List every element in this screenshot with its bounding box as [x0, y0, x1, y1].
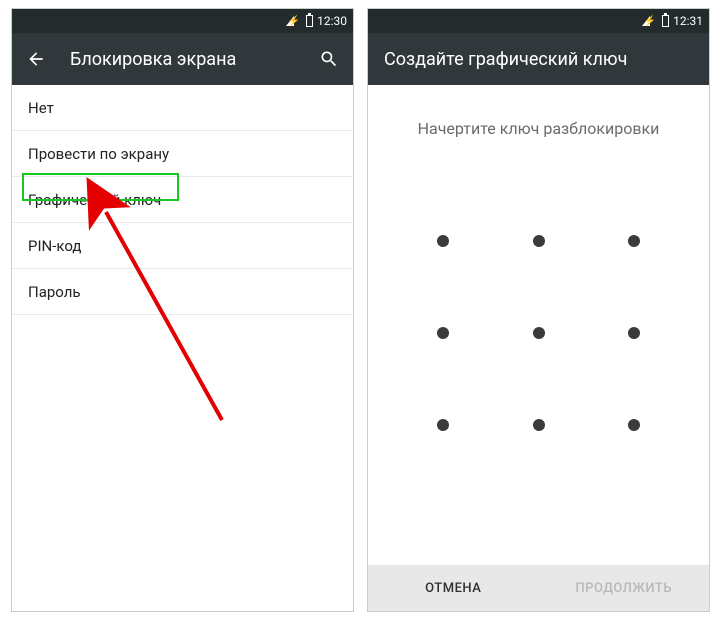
status-bar: ⚡ 12:31: [368, 9, 709, 33]
status-time: 12:31: [673, 14, 703, 28]
option-label: Нет: [28, 99, 54, 117]
battery-icon: [662, 15, 669, 27]
pattern-dot[interactable]: [533, 419, 545, 431]
pattern-dot[interactable]: [628, 235, 640, 247]
continue-button: ПРОДОЛЖИТЬ: [539, 565, 710, 611]
charging-icon: ⚡: [288, 16, 300, 27]
bottom-action-bar: ОТМЕНА ПРОДОЛЖИТЬ: [368, 565, 709, 611]
appbar-title: Блокировка экрана: [70, 49, 295, 70]
pattern-dot[interactable]: [533, 235, 545, 247]
lock-options-list: Нет Провести по экрану Графический ключ …: [12, 85, 353, 315]
pattern-dot[interactable]: [533, 327, 545, 339]
phone-left: ⚡ 12:30 Блокировка экрана Нет Провести п…: [11, 8, 354, 612]
option-pattern[interactable]: Графический ключ: [12, 177, 353, 223]
option-pin[interactable]: PIN-код: [12, 223, 353, 269]
status-bar: ⚡ 12:30: [12, 9, 353, 33]
pattern-dot[interactable]: [437, 235, 449, 247]
option-none[interactable]: Нет: [12, 85, 353, 131]
appbar-title: Создайте графический ключ: [384, 49, 695, 70]
option-label: Пароль: [28, 283, 81, 301]
battery-icon: [306, 15, 313, 27]
app-bar: Блокировка экрана: [12, 33, 353, 85]
cancel-button[interactable]: ОТМЕНА: [368, 565, 539, 611]
pattern-dot[interactable]: [628, 327, 640, 339]
back-icon[interactable]: [26, 49, 46, 69]
pattern-dot[interactable]: [437, 327, 449, 339]
charging-icon: ⚡: [644, 16, 656, 27]
option-label: Графический ключ: [28, 191, 161, 209]
status-time: 12:30: [317, 14, 347, 28]
option-label: PIN-код: [28, 237, 81, 255]
pattern-dot[interactable]: [437, 419, 449, 431]
option-label: Провести по экрану: [28, 145, 169, 163]
phone-right: ⚡ 12:31 Создайте графический ключ Начерт…: [367, 8, 710, 612]
option-password[interactable]: Пароль: [12, 269, 353, 315]
search-icon[interactable]: [319, 49, 339, 69]
pattern-dot[interactable]: [628, 419, 640, 431]
pattern-instruction: Начертите ключ разблокировки: [368, 119, 709, 138]
pattern-grid[interactable]: [368, 168, 709, 498]
option-swipe[interactable]: Провести по экрану: [12, 131, 353, 177]
app-bar: Создайте графический ключ: [368, 33, 709, 85]
